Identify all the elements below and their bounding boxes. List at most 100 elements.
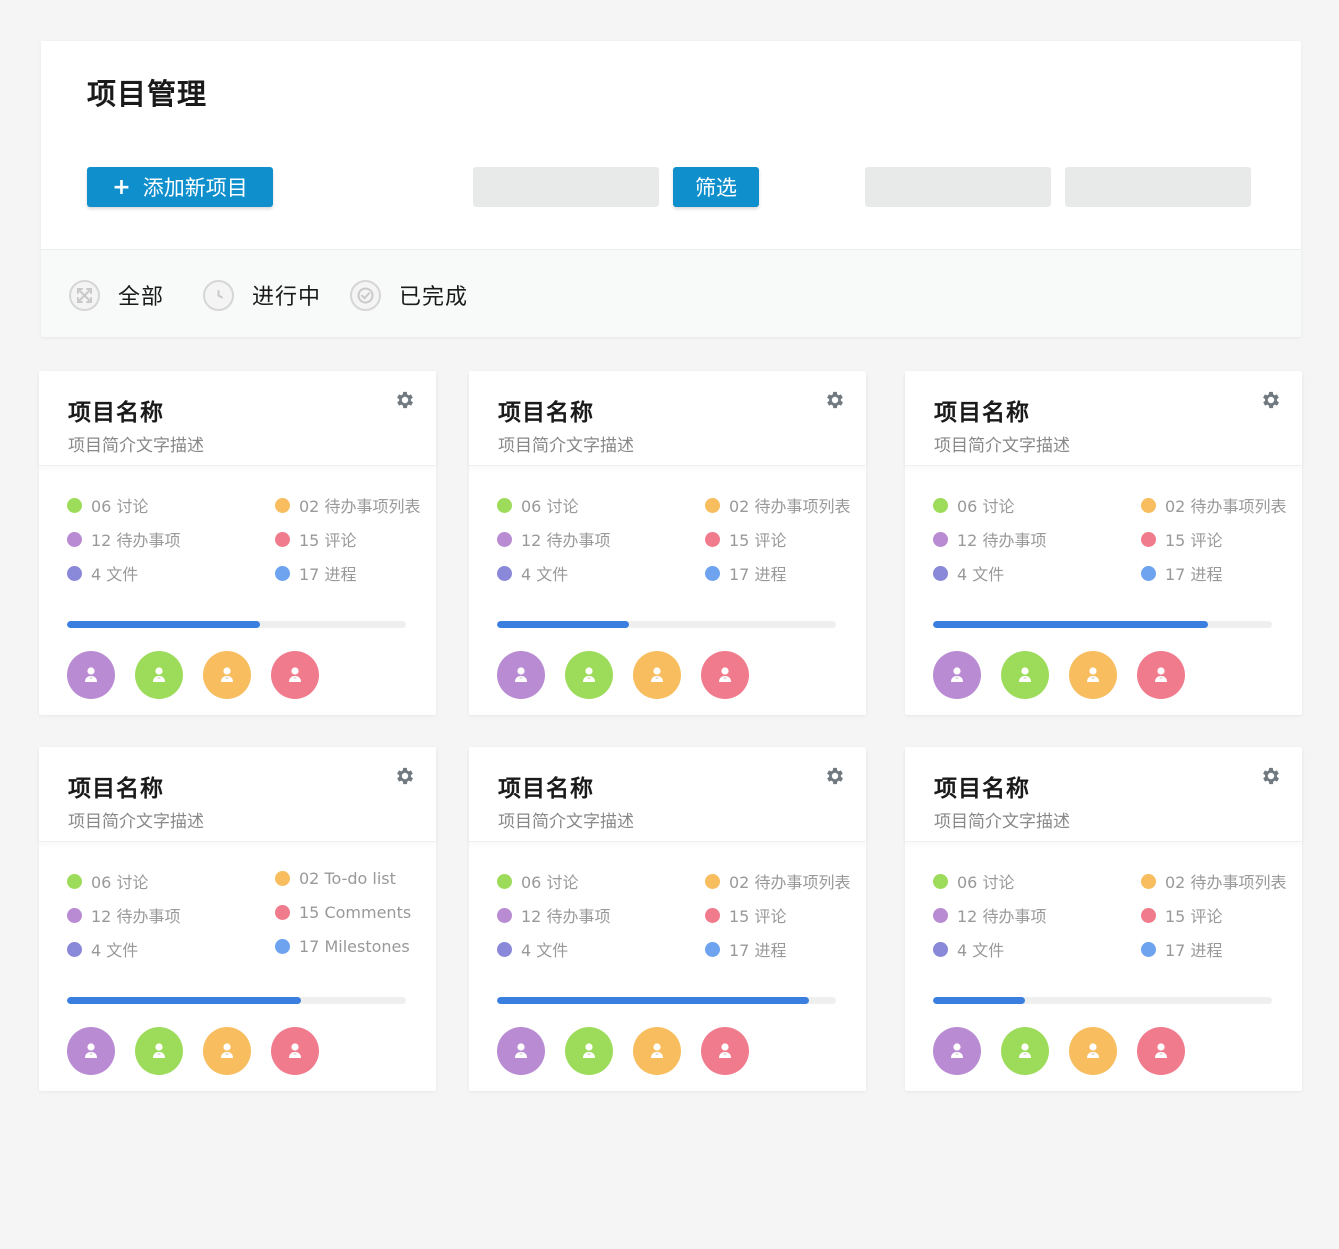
status-dot-icon [67,497,82,513]
avatar[interactable] [135,651,183,699]
avatar[interactable] [497,651,545,699]
status-dot-icon [67,565,82,581]
check-circle-icon [350,279,381,311]
stat-milestones[interactable]: 17 进程 [705,561,786,585]
stat-discussions[interactable]: 06 讨论 [67,869,148,893]
stat-todo-lists[interactable]: 02 待办事项列表 [705,869,850,893]
gear-icon[interactable] [394,389,416,411]
project-description: 项目简介文字描述 [68,436,204,456]
stat-discussions[interactable]: 06 讨论 [67,493,148,517]
stat-todo-lists[interactable]: 02 待办事项列表 [705,493,850,517]
avatar[interactable] [565,1027,613,1075]
gear-icon[interactable] [824,389,846,411]
avatar[interactable] [203,651,251,699]
tab-completed[interactable]: 已完成 [350,279,468,311]
avatar[interactable] [203,1027,251,1075]
project-card[interactable]: 项目名称 项目简介文字描述 06 讨论 12 待办事项 4 文件 02 To-do lis… [39,747,436,1091]
stat-comments[interactable]: 15 评论 [1141,903,1222,927]
member-avatars [933,651,1205,699]
stat-files[interactable]: 4 文件 [933,561,1004,585]
stat-todo-lists-label: 02 待办事项列表 [729,497,851,516]
avatar[interactable] [701,651,749,699]
user-icon [581,666,597,684]
filter-button[interactable]: 筛选 [673,167,759,207]
stat-files[interactable]: 4 文件 [497,561,568,585]
stat-milestones[interactable]: 17 Milestones [275,937,410,956]
stat-milestones[interactable]: 17 进程 [1141,561,1222,585]
avatar[interactable] [271,651,319,699]
project-card[interactable]: 项目名称 项目简介文字描述 06 讨论 12 待办事项 4 文件 02 待办事项列表 15 … [469,747,866,1091]
stat-todo-lists[interactable]: 02 待办事项列表 [275,493,420,517]
stat-files[interactable]: 4 文件 [933,937,1004,961]
avatar[interactable] [1137,1027,1185,1075]
stat-discussions[interactable]: 06 讨论 [933,869,1014,893]
user-icon [287,1042,303,1060]
avatar[interactable] [497,1027,545,1075]
avatar[interactable] [67,651,115,699]
stat-comments[interactable]: 15 Comments [275,903,411,922]
stat-comments[interactable]: 15 评论 [1141,527,1222,551]
project-card[interactable]: 项目名称 项目简介文字描述 06 讨论 12 待办事项 4 文件 02 待办事项列表 15 … [905,371,1302,715]
stat-todos[interactable]: 12 待办事项 [933,903,1046,927]
tab-in-progress[interactable]: 进行中 [203,279,321,311]
project-card[interactable]: 项目名称 项目简介文字描述 06 讨论 12 待办事项 4 文件 02 待办事项列表 15 … [469,371,866,715]
add-project-button[interactable]: + 添加新项目 [87,167,273,207]
progress-bar [933,997,1272,1004]
stat-milestones[interactable]: 17 进程 [1141,937,1222,961]
avatar[interactable] [135,1027,183,1075]
card-header: 项目名称 项目简介文字描述 [469,371,866,466]
gear-icon[interactable] [394,765,416,787]
card-header: 项目名称 项目简介文字描述 [905,747,1302,842]
avatar[interactable] [1001,1027,1049,1075]
status-dot-icon [497,941,512,957]
avatar[interactable] [1001,651,1049,699]
stat-todos[interactable]: 12 待办事项 [497,903,610,927]
stat-todo-lists[interactable]: 02 To-do list [275,869,396,888]
avatar[interactable] [67,1027,115,1075]
stat-discussions[interactable]: 06 讨论 [497,493,578,517]
avatar[interactable] [633,651,681,699]
status-dot-icon [933,497,948,513]
stat-todo-lists[interactable]: 02 待办事项列表 [1141,869,1286,893]
stat-discussions[interactable]: 06 讨论 [933,493,1014,517]
avatar[interactable] [565,651,613,699]
stat-files[interactable]: 4 文件 [67,937,138,961]
stat-todos[interactable]: 12 待办事项 [67,903,180,927]
user-icon [649,666,665,684]
search-input-keyword[interactable] [473,167,659,207]
stat-todo-lists[interactable]: 02 待办事项列表 [1141,493,1286,517]
gear-icon[interactable] [1260,389,1282,411]
avatar[interactable] [1069,1027,1117,1075]
avatar[interactable] [933,651,981,699]
status-dot-icon [497,873,512,889]
avatar[interactable] [633,1027,681,1075]
stat-todos-label: 12 待办事项 [957,531,1047,550]
stat-comments[interactable]: 15 评论 [705,527,786,551]
stat-comments[interactable]: 15 评论 [705,903,786,927]
stat-todos[interactable]: 12 待办事项 [933,527,1046,551]
project-card[interactable]: 项目名称 项目简介文字描述 06 讨论 12 待办事项 4 文件 02 待办事项列表 15 … [905,747,1302,1091]
stat-files[interactable]: 4 文件 [67,561,138,585]
stat-milestones[interactable]: 17 进程 [705,937,786,961]
user-icon [513,666,529,684]
avatar[interactable] [271,1027,319,1075]
gear-icon[interactable] [1260,765,1282,787]
stat-discussions[interactable]: 06 讨论 [497,869,578,893]
stat-milestones[interactable]: 17 进程 [275,561,356,585]
stat-todos[interactable]: 12 待办事项 [67,527,180,551]
search-input-end[interactable] [1065,167,1251,207]
stat-todos[interactable]: 12 待办事项 [497,527,610,551]
avatar[interactable] [1069,651,1117,699]
stat-files[interactable]: 4 文件 [497,937,568,961]
project-card[interactable]: 项目名称 项目简介文字描述 06 讨论 12 待办事项 4 文件 02 待办事项列表 15 … [39,371,436,715]
avatar[interactable] [1137,651,1185,699]
search-input-start[interactable] [865,167,1051,207]
user-icon [649,1042,665,1060]
gear-icon[interactable] [824,765,846,787]
avatar[interactable] [933,1027,981,1075]
avatar[interactable] [701,1027,749,1075]
tab-all[interactable]: 全部 [69,279,164,311]
progress-bar-fill [933,621,1208,628]
stat-comments[interactable]: 15 评论 [275,527,356,551]
stat-discussions-label: 06 讨论 [521,873,579,892]
